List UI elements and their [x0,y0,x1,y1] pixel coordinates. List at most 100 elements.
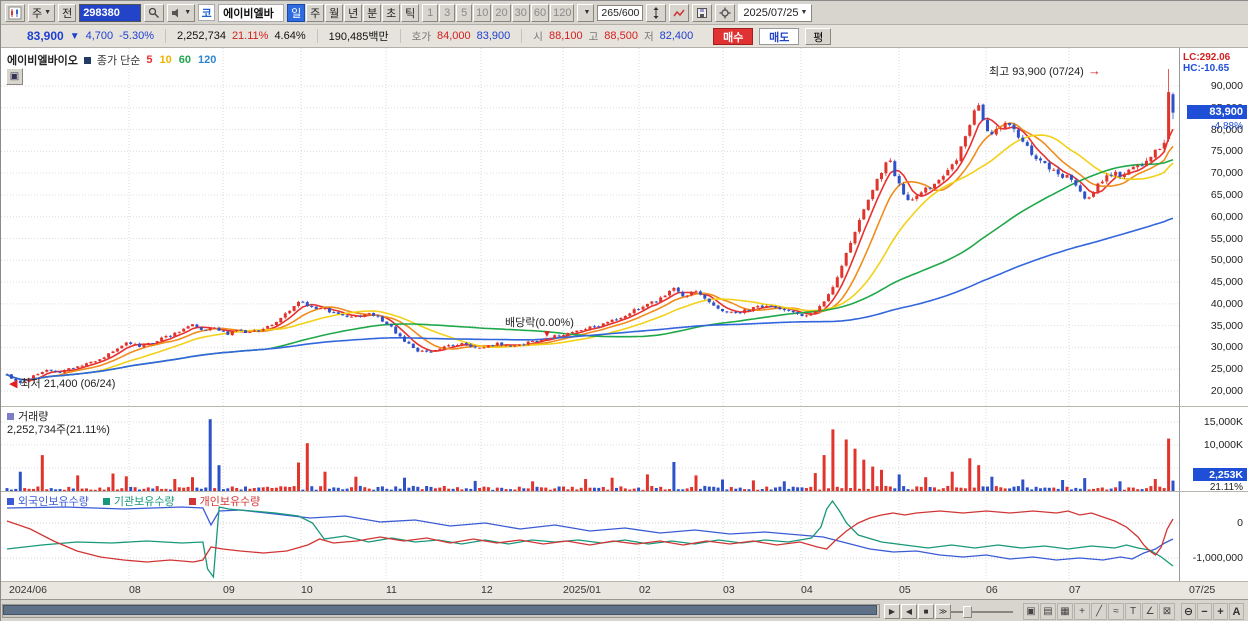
disk-glyph [697,7,708,18]
toolbox-toggle-button[interactable]: ▣ [6,68,23,85]
x-axis-label: 2025/01 [563,584,601,596]
angle-tool-icon[interactable]: ∠ [1142,603,1158,620]
chart-tool-icons: ▣ ▤ ▦ + ╱ ≈ T ∠ ⊠ [1023,603,1175,620]
jump-latest-button[interactable]: ≫ [935,604,951,619]
arrow-right-icon: → [1087,63,1101,78]
price-chart-canvas[interactable] [1,48,1179,406]
stock-code-input[interactable] [79,3,142,22]
speaker-icon[interactable]: ▼ [167,3,196,22]
interval-button-30[interactable]: 30 [511,3,530,22]
chart-scrollbar[interactable] [2,604,880,618]
chevron-down-icon: ▼ [583,9,591,16]
trendline-icon[interactable]: ╱ [1091,603,1107,620]
zoom-slider[interactable] [951,606,1013,618]
period-button-daily[interactable]: 일 [287,3,306,22]
chart-kind-select[interactable]: 주 ▼ [28,3,56,22]
page-right-button[interactable]: ▶ [884,604,900,619]
interval-button-1[interactable]: 1 [422,3,439,22]
chevron-down-icon: ▼ [184,9,192,16]
x-axis-label: 11 [386,584,397,596]
search-icon[interactable] [144,3,165,22]
stop-button[interactable]: ■ [918,604,934,619]
scrollbar-thumb[interactable] [3,605,877,615]
volume-axis-label: 10,000K [1203,439,1243,451]
holdings-legend-institution: 기관보유수량 [102,493,175,509]
interval-button-10[interactable]: 10 [473,3,492,22]
x-axis-label: 03 [723,584,735,596]
text-tool-icon[interactable]: T [1125,603,1141,620]
save-chart-icon[interactable] [692,3,713,22]
period-button-minute[interactable]: 분 [363,3,382,22]
volume-badge: 2,253K [1193,468,1247,481]
arrow-down-icon: ▼ [542,329,552,340]
pan-tool-icon[interactable]: ▣ [1023,603,1039,620]
period-button-weekly[interactable]: 주 [306,3,325,22]
low-label: 저 [643,30,654,43]
divider [399,29,401,43]
visible-candle-count: 265/600 [597,4,644,21]
low-annotation: ◀ 최저 21,400 (06/24) [9,375,115,391]
price-axis-label: 30,000 [1210,341,1243,354]
avg-button[interactable]: 평 [805,27,832,45]
legend-marker-icon [102,497,110,505]
period-button-second[interactable]: 초 [382,3,401,22]
chart-window-icon[interactable] [5,3,25,22]
holdings-line-individual [6,510,1174,563]
period-button-monthly[interactable]: 월 [325,3,344,22]
price-axis-label: 20,000 [1210,385,1243,397]
gear-glyph [719,7,731,18]
period-button-tick[interactable]: 틱 [401,3,420,22]
price-axis-label: 75,000 [1210,145,1243,158]
interval-button-5[interactable]: 5 [456,3,473,22]
divider [316,29,318,43]
zoom-slider-thumb[interactable] [963,606,972,618]
price-axis-label: 65,000 [1210,188,1243,201]
turnover-pct: 4.64% [274,30,306,42]
legend-marker-icon [7,412,14,420]
price-axis-label: 60,000 [1210,210,1243,223]
price-axis-label: 25,000 [1210,363,1243,376]
x-axis-label: 07 [1069,584,1081,596]
page-left-button[interactable]: ◀ [901,604,917,619]
sell-button[interactable]: 매도 [759,27,800,45]
prev-stock-button[interactable]: 전 [58,3,77,22]
hoga-label: 호가 [411,30,431,43]
price-axis-label: 50,000 [1210,254,1243,267]
wave-tool-icon[interactable]: ≈ [1108,603,1124,620]
current-price-badge: 83,900 [1187,105,1247,119]
period-button-yearly[interactable]: 년 [344,3,363,22]
interval-button-120[interactable]: 120 [550,3,575,22]
holdings-legend-foreign: 외국인보유수량 [7,493,89,509]
volume-chart-canvas[interactable] [1,406,1179,491]
line-style-icon[interactable] [669,3,690,22]
interval-button-60[interactable]: 60 [530,3,550,22]
date-picker[interactable]: 2025/07/25 ▼ [738,3,813,22]
zoom-out-icon[interactable]: − [1197,603,1212,620]
x-axis-label: 07/25 [1189,584,1216,596]
open-label: 시 [533,30,543,43]
chevron-down-icon: ▼ [44,9,52,16]
low-annotation-text: 최저 21,400 (06/24) [20,378,116,390]
crosshair-icon[interactable]: + [1074,603,1090,620]
buy-button[interactable]: 매수 [713,27,754,45]
current-pct-label: -4.88% [1211,121,1243,132]
price-axis-label: 70,000 [1210,167,1243,180]
x-axis-label: 06 [986,584,998,596]
zoom-in-icon[interactable]: + [1213,603,1228,620]
current-price: 83,900 [27,29,64,43]
settings-gear-icon[interactable] [715,3,736,22]
region-zoom-icon[interactable]: ▤ [1040,603,1056,620]
interval-button-3[interactable]: 3 [439,3,456,22]
x-axis-label: 09 [223,584,235,596]
volume-series [5,419,1175,491]
delete-tool-icon[interactable]: ⊠ [1159,603,1175,620]
interval-button-20[interactable]: 20 [492,3,511,22]
fit-vertical-icon[interactable] [646,3,667,22]
magnifier-glyph [149,7,160,18]
interval-more-select[interactable]: ▼ [577,3,595,22]
x-axis-label: 04 [801,584,813,596]
grid-toggle-icon[interactable]: ▦ [1057,603,1073,620]
zoom-reset-icon[interactable]: ⊖ [1181,603,1196,620]
top-toolbar: 주▼ 전 ▼ 코 에이비엘바 일주월년분초틱 13510203060120 ▼ … [1,1,1248,25]
font-size-icon[interactable]: A [1229,603,1244,620]
